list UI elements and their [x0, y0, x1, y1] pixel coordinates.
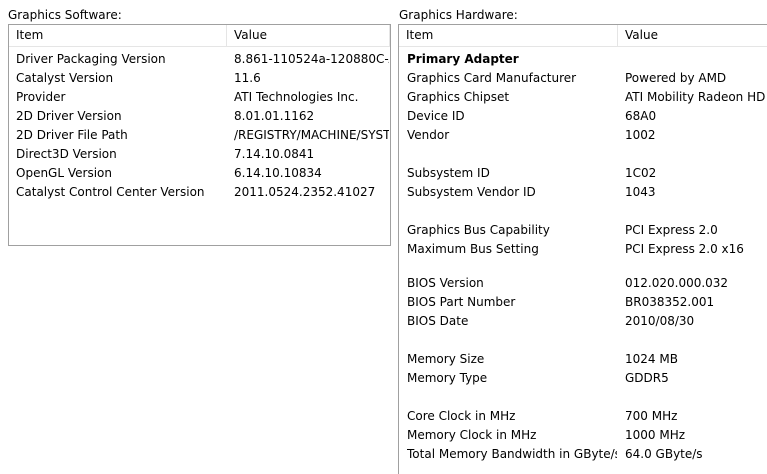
hardware-row[interactable]: Device ID 68A0: [399, 107, 767, 126]
hardware-item-value: 68A0: [625, 109, 657, 123]
hardware-item-value: 2010/08/30: [625, 314, 695, 328]
software-row[interactable]: Direct3D Version 7.14.10.0841: [9, 145, 390, 164]
hardware-row[interactable]: Subsystem ID 1C02: [399, 164, 767, 183]
primary-adapter-heading: Primary Adapter: [407, 52, 519, 66]
spacer-row: [399, 259, 767, 274]
hardware-row[interactable]: Vendor 1002: [399, 126, 767, 145]
software-item-value: 8.01.01.1162: [234, 109, 315, 123]
column-header-value[interactable]: Value: [227, 25, 390, 46]
hardware-item-value: 64.0 GByte/s: [625, 447, 703, 461]
graphics-software-title: Graphics Software:: [8, 8, 122, 22]
hardware-item-label: Memory Clock in MHz: [407, 428, 537, 442]
spacer-row: [399, 388, 767, 407]
hardware-item-value: GDDR5: [625, 371, 669, 385]
hardware-item-label: Total Memory Bandwidth in GByte/s: [407, 447, 617, 461]
hardware-row[interactable]: Core Clock in MHz 700 MHz: [399, 407, 767, 426]
hardware-row[interactable]: BIOS Date 2010/08/30: [399, 312, 767, 331]
software-item-label: 2D Driver File Path: [16, 128, 128, 142]
software-row[interactable]: Provider ATI Technologies Inc.: [9, 88, 390, 107]
hardware-item-value: 1C02: [625, 166, 657, 180]
hardware-row[interactable]: Memory Size 1024 MB: [399, 350, 767, 369]
software-row[interactable]: 2D Driver File Path /REGISTRY/MACHINE/SY…: [9, 126, 390, 145]
software-item-value: ATI Technologies Inc.: [234, 90, 359, 104]
hardware-item-label: Graphics Card Manufacturer: [407, 71, 577, 85]
hardware-item-value: Powered by AMD: [625, 71, 727, 85]
hardware-item-value: BR038352.001: [625, 295, 715, 309]
hardware-item-label: Graphics Chipset: [407, 90, 510, 104]
hardware-row[interactable]: BIOS Part Number BR038352.001: [399, 293, 767, 312]
software-item-value: 2011.0524.2352.41027: [234, 185, 376, 199]
spacer-row: [399, 145, 767, 164]
hardware-row[interactable]: Graphics Chipset ATI Mobility Radeon HD …: [399, 88, 767, 107]
hardware-item-value: ATI Mobility Radeon HD 5: [625, 90, 767, 104]
hardware-item-value: 700 MHz: [625, 409, 678, 423]
hardware-item-label: Core Clock in MHz: [407, 409, 516, 423]
software-item-value: 6.14.10.10834: [234, 166, 322, 180]
hardware-item-label: Vendor: [407, 128, 450, 142]
column-header-item[interactable]: Item: [399, 25, 618, 46]
graphics-hardware-title: Graphics Hardware:: [399, 8, 518, 22]
software-row[interactable]: Catalyst Version 11.6: [9, 69, 390, 88]
hardware-row[interactable]: Maximum Bus Setting PCI Express 2.0 x16: [399, 240, 767, 259]
software-item-label: OpenGL Version: [16, 166, 112, 180]
software-item-label: Provider: [16, 90, 66, 104]
hardware-row[interactable]: BIOS Version 012.020.000.032: [399, 274, 767, 293]
column-header-item[interactable]: Item: [9, 25, 227, 46]
hardware-item-value: 1024 MB: [625, 352, 678, 366]
software-item-label: Direct3D Version: [16, 147, 117, 161]
hardware-item-label: BIOS Date: [407, 314, 469, 328]
section-row-primary-adapter[interactable]: Primary Adapter: [399, 50, 767, 69]
hardware-item-value: PCI Express 2.0 x16: [625, 242, 744, 256]
spacer-row: [399, 331, 767, 350]
software-item-value: 11.6: [234, 71, 261, 85]
graphics-software-list[interactable]: Item Value Driver Packaging Version 8.86…: [8, 24, 391, 246]
software-item-label: Catalyst Version: [16, 71, 114, 85]
software-list-header: Item Value: [9, 25, 390, 47]
column-header-value[interactable]: Value: [618, 25, 767, 46]
hardware-row[interactable]: Memory Clock in MHz 1000 MHz: [399, 426, 767, 445]
hardware-item-label: Memory Size: [407, 352, 485, 366]
hardware-row[interactable]: Subsystem Vendor ID 1043: [399, 183, 767, 202]
software-item-value: 8.861-110524a-120880C-ATI: [234, 52, 389, 66]
hardware-item-value: 1002: [625, 128, 656, 142]
software-item-label: Driver Packaging Version: [16, 52, 166, 66]
hardware-row[interactable]: Graphics Bus Capability PCI Express 2.0: [399, 221, 767, 240]
graphics-hardware-list[interactable]: Item Value Primary Adapter Graphics Card…: [398, 24, 767, 474]
software-item-value: 7.14.10.0841: [234, 147, 315, 161]
software-item-label: 2D Driver Version: [16, 109, 122, 123]
hardware-item-value: PCI Express 2.0: [625, 223, 718, 237]
software-row[interactable]: 2D Driver Version 8.01.01.1162: [9, 107, 390, 126]
hardware-row[interactable]: Graphics Card Manufacturer Powered by AM…: [399, 69, 767, 88]
hardware-list-header: Item Value: [399, 25, 767, 47]
software-row[interactable]: Driver Packaging Version 8.861-110524a-1…: [9, 50, 390, 69]
hardware-row[interactable]: Memory Type GDDR5: [399, 369, 767, 388]
hardware-item-label: Memory Type: [407, 371, 488, 385]
hardware-item-label: Maximum Bus Setting: [407, 242, 539, 256]
spacer-row: [399, 202, 767, 221]
hardware-item-label: BIOS Part Number: [407, 295, 516, 309]
hardware-row[interactable]: Total Memory Bandwidth in GByte/s 64.0 G…: [399, 445, 767, 464]
hardware-item-value: 1043: [625, 185, 656, 199]
hardware-item-label: BIOS Version: [407, 276, 484, 290]
software-item-label: Catalyst Control Center Version: [16, 185, 205, 199]
software-item-value: /REGISTRY/MACHINE/SYSTEM: [234, 128, 389, 142]
hardware-item-label: Graphics Bus Capability: [407, 223, 550, 237]
hardware-item-label: Subsystem Vendor ID: [407, 185, 536, 199]
hardware-item-value: 1000 MHz: [625, 428, 686, 442]
software-row[interactable]: OpenGL Version 6.14.10.10834: [9, 164, 390, 183]
hardware-item-label: Subsystem ID: [407, 166, 490, 180]
software-row[interactable]: Catalyst Control Center Version 2011.052…: [9, 183, 390, 202]
hardware-item-label: Device ID: [407, 109, 465, 123]
hardware-item-value: 012.020.000.032: [625, 276, 729, 290]
